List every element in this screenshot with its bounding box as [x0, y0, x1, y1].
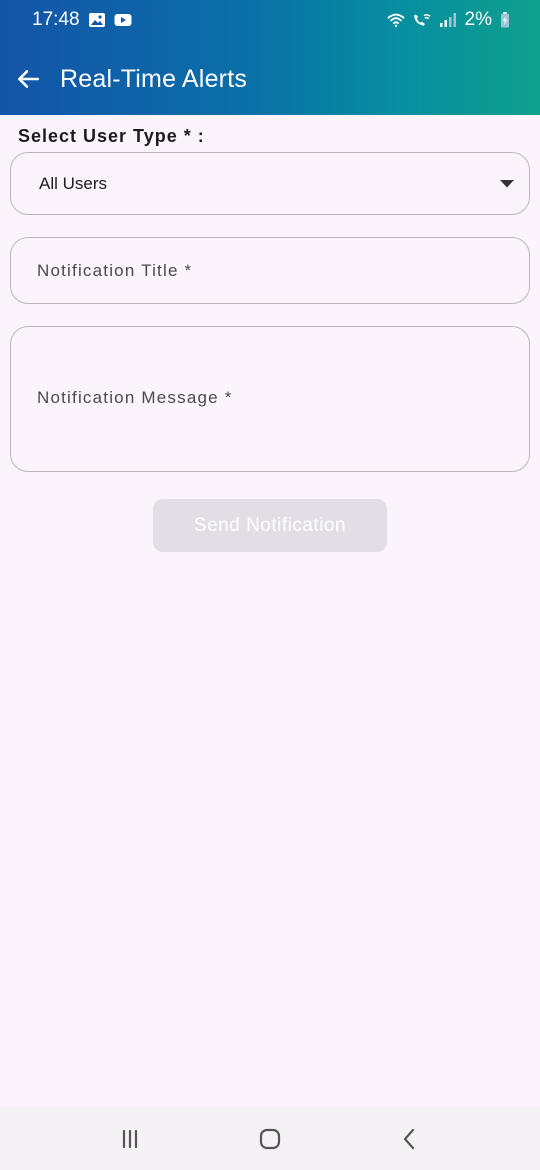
wifi-calling-icon — [413, 12, 431, 28]
battery-percent: 2% — [464, 9, 492, 30]
header: 17:48 2% Real-Time Alerts — [0, 0, 540, 115]
user-type-selected-value: All Users — [39, 173, 108, 193]
status-time: 17:48 — [32, 9, 80, 30]
status-left: 17:48 — [32, 9, 132, 31]
system-nav-bar — [0, 1107, 540, 1170]
wifi-icon — [386, 12, 405, 28]
recent-apps-button[interactable] — [110, 1119, 150, 1159]
youtube-icon — [114, 12, 132, 28]
battery-charging-icon — [500, 12, 510, 28]
back-icon — [397, 1126, 423, 1152]
recent-apps-icon — [117, 1126, 143, 1152]
home-icon — [257, 1126, 283, 1152]
gallery-icon — [88, 12, 106, 28]
page-title: Real-Time Alerts — [60, 64, 248, 93]
notification-message-field[interactable] — [10, 326, 530, 472]
notification-title-input[interactable] — [11, 238, 529, 303]
notification-title-field[interactable] — [10, 237, 530, 304]
nav-back-button[interactable] — [390, 1119, 430, 1159]
back-button[interactable] — [12, 63, 44, 95]
signal-icon — [439, 12, 457, 28]
arrow-back-icon — [15, 66, 41, 92]
user-type-dropdown[interactable]: All Users — [10, 152, 530, 215]
chevron-down-icon — [499, 179, 515, 189]
home-button[interactable] — [250, 1119, 290, 1159]
send-notification-button[interactable]: Send Notification — [153, 499, 387, 552]
notification-message-input[interactable] — [11, 327, 529, 471]
status-right: 2% — [386, 9, 510, 31]
app-bar: Real-Time Alerts — [0, 50, 540, 108]
status-bar: 17:48 2% — [0, 0, 540, 40]
user-type-label: Select User Type * : — [18, 126, 205, 146]
